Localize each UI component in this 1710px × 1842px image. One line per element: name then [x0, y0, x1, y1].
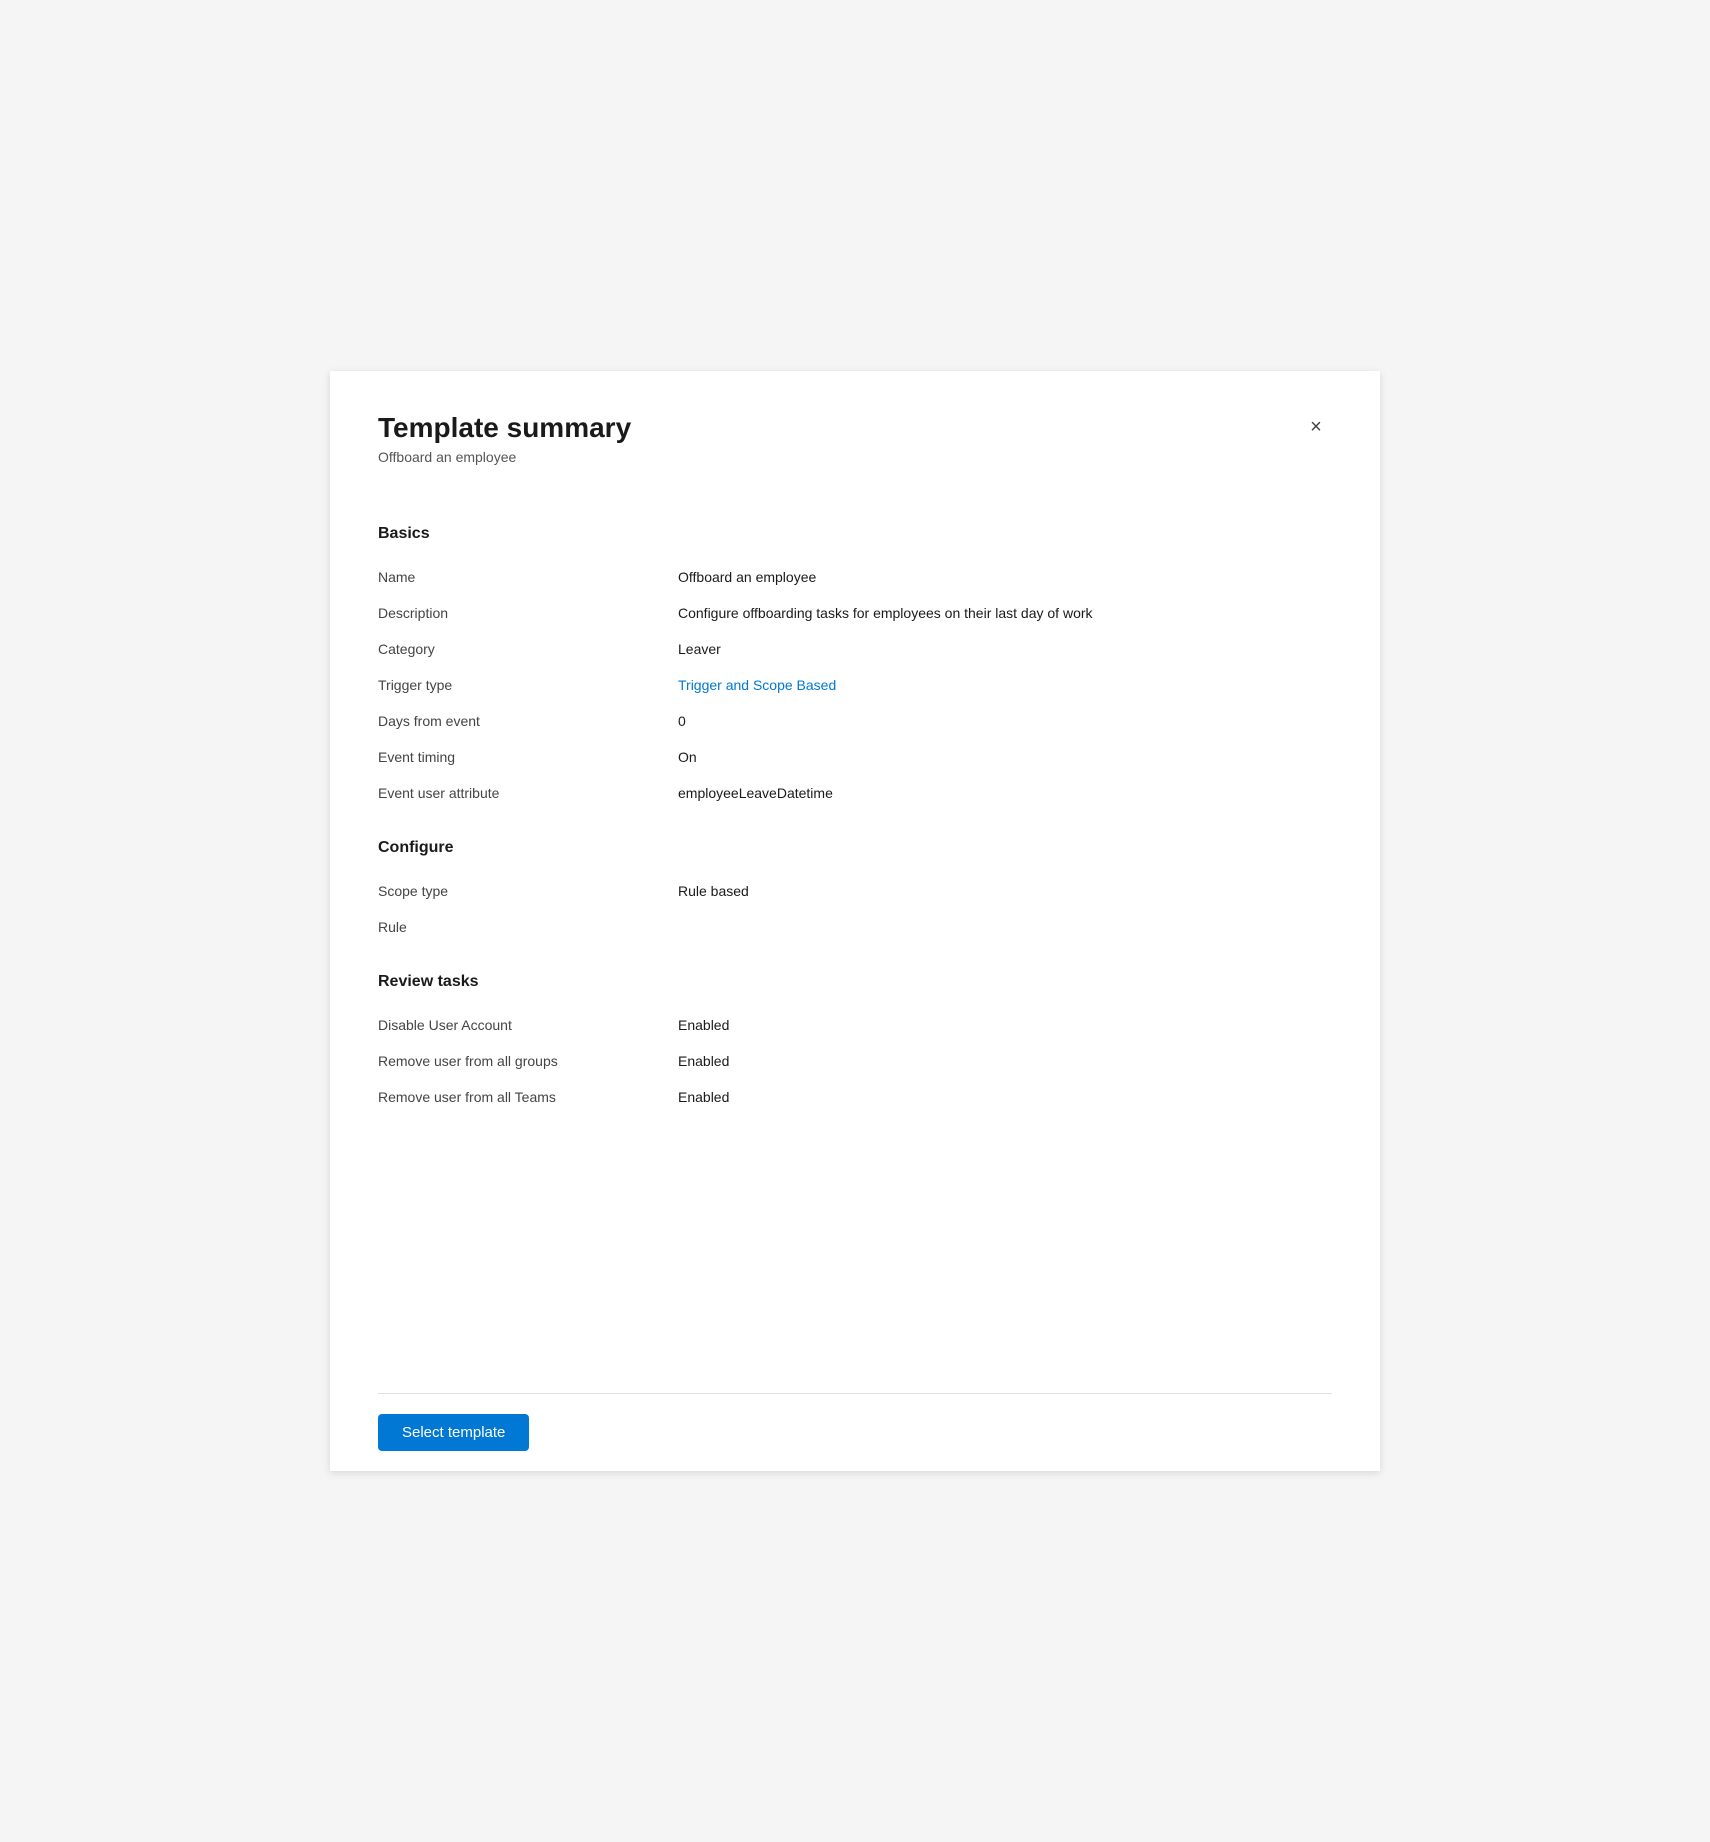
field-value-event-timing: On [678, 749, 1332, 765]
panel-header: Template summary Offboard an employee × [378, 411, 1332, 465]
field-label-event-timing: Event timing [378, 749, 678, 765]
field-row-event-timing: Event timing On [378, 739, 1332, 775]
panel-footer: Select template [378, 1394, 1332, 1471]
field-row-remove-from-groups: Remove user from all groups Enabled [378, 1043, 1332, 1079]
field-label-event-user-attribute: Event user attribute [378, 785, 678, 801]
field-value-category: Leaver [678, 641, 1332, 657]
field-row-rule: Rule [378, 909, 1332, 945]
field-value-scope-type: Rule based [678, 883, 1332, 899]
disable-user-account-link[interactable]: Disable User Account [378, 1017, 512, 1033]
field-label-category: Category [378, 641, 678, 657]
field-row-days-from-event: Days from event 0 [378, 703, 1332, 739]
field-label-remove-from-teams: Remove user from all Teams [378, 1089, 678, 1105]
review-tasks-section-title: Review tasks [378, 973, 1332, 991]
configure-section-title: Configure [378, 839, 1332, 857]
panel-title-block: Template summary Offboard an employee [378, 411, 631, 465]
field-row-remove-from-teams: Remove user from all Teams Enabled [378, 1079, 1332, 1115]
field-row-disable-user-account: Disable User Account Enabled [378, 1007, 1332, 1043]
close-button[interactable]: × [1300, 411, 1332, 443]
field-label-disable-user-account: Disable User Account [378, 1017, 678, 1033]
field-label-scope-type: Scope type [378, 883, 678, 899]
field-row-name: Name Offboard an employee [378, 559, 1332, 595]
field-label-remove-from-groups: Remove user from all groups [378, 1053, 678, 1069]
field-row-category: Category Leaver [378, 631, 1332, 667]
content-area: Basics Name Offboard an employee Descrip… [378, 497, 1332, 1393]
panel-title: Template summary [378, 411, 631, 445]
field-label-description: Description [378, 605, 678, 621]
template-summary-panel: Template summary Offboard an employee × … [330, 371, 1380, 1471]
field-value-name: Offboard an employee [678, 569, 1332, 585]
field-row-event-user-attribute: Event user attribute employeeLeaveDateti… [378, 775, 1332, 811]
select-template-button[interactable]: Select template [378, 1414, 529, 1451]
field-value-days-from-event: 0 [678, 713, 1332, 729]
field-label-days-from-event: Days from event [378, 713, 678, 729]
field-value-disable-user-account: Enabled [678, 1017, 1332, 1033]
field-label-trigger-type: Trigger type [378, 677, 678, 693]
field-value-trigger-type: Trigger and Scope Based [678, 677, 1332, 693]
remove-from-groups-link[interactable]: Remove user from all groups [378, 1053, 558, 1069]
field-label-name: Name [378, 569, 678, 585]
panel-subtitle: Offboard an employee [378, 449, 631, 465]
field-label-rule: Rule [378, 919, 678, 935]
field-value-description: Configure offboarding tasks for employee… [678, 605, 1332, 621]
remove-from-teams-link[interactable]: Remove user from all Teams [378, 1089, 556, 1105]
field-row-scope-type: Scope type Rule based [378, 873, 1332, 909]
basics-section-title: Basics [378, 525, 1332, 543]
field-row-description: Description Configure offboarding tasks … [378, 595, 1332, 631]
field-value-remove-from-teams: Enabled [678, 1089, 1332, 1105]
field-value-event-user-attribute: employeeLeaveDatetime [678, 785, 1332, 801]
field-row-trigger-type: Trigger type Trigger and Scope Based [378, 667, 1332, 703]
field-value-remove-from-groups: Enabled [678, 1053, 1332, 1069]
